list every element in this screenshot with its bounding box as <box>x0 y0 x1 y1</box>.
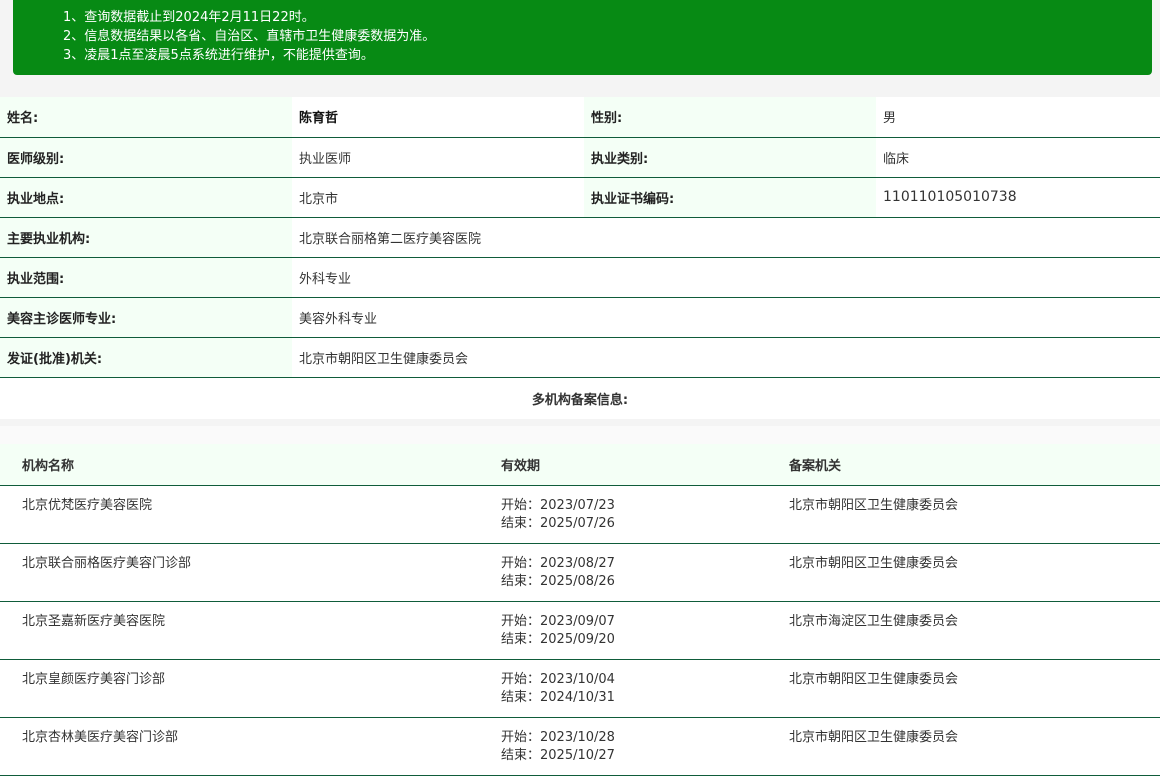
multi-record-table: 机构名称 有效期 备案机关 北京优梵医疗美容医院 开始：2023/07/23 结… <box>0 444 1160 776</box>
gender-label: 性别: <box>584 97 876 138</box>
header-authority: 备案机关 <box>787 444 1160 486</box>
info-row-issuer: 发证(批准)机关: 北京市朝阳区卫生健康委员会 <box>0 337 1160 378</box>
record-end: 结束：2025/07/26 <box>501 516 615 531</box>
record-institution: 北京杏林美医疗美容门诊部 <box>0 717 500 776</box>
record-institution: 北京优梵医疗美容医院 <box>0 485 500 544</box>
record-authority: 北京市海淀区卫生健康委员会 <box>787 601 1160 660</box>
record-end: 结束：2024/10/31 <box>501 690 615 705</box>
record-authority: 北京市朝阳区卫生健康委员会 <box>787 543 1160 602</box>
notice-line-2: 2、信息数据结果以各省、自治区、直辖市卫生健康委数据为准。 <box>63 29 436 44</box>
notice-line-3: 3、凌晨1点至凌晨5点系统进行维护，不能提供查询。 <box>63 48 374 63</box>
record-end: 结束：2025/10/27 <box>501 748 615 763</box>
table-row: 北京皇颜医疗美容门诊部 开始：2023/10/04 结束：2024/10/31 … <box>0 659 1160 718</box>
specialty-label: 美容主诊医师专业: <box>0 297 292 338</box>
institution-value: 北京联合丽格第二医疗美容医院 <box>292 217 1160 258</box>
location-label: 执业地点: <box>0 177 292 218</box>
specialty-value: 美容外科专业 <box>292 297 1160 338</box>
issuer-value: 北京市朝阳区卫生健康委员会 <box>292 337 1160 378</box>
record-institution: 北京圣嘉新医疗美容医院 <box>0 601 500 660</box>
category-value: 临床 <box>876 137 1160 178</box>
info-row-specialty: 美容主诊医师专业: 美容外科专业 <box>0 297 1160 338</box>
notice-line-1: 1、查询数据截止到2024年2月11日22时。 <box>63 10 315 25</box>
table-row: 北京联合丽格医疗美容门诊部 开始：2023/08/27 结束：2025/08/2… <box>0 543 1160 602</box>
record-start: 开始：2023/07/23 <box>501 498 615 513</box>
record-authority: 北京市朝阳区卫生健康委员会 <box>787 659 1160 718</box>
table-row: 北京杏林美医疗美容门诊部 开始：2023/10/28 结束：2025/10/27… <box>0 717 1160 776</box>
record-authority: 北京市朝阳区卫生健康委员会 <box>787 717 1160 776</box>
gender-value: 男 <box>876 97 1160 138</box>
record-validity: 开始：2023/07/23 结束：2025/07/26 <box>500 485 787 544</box>
info-row-scope: 执业范围: 外科专业 <box>0 257 1160 298</box>
record-validity: 开始：2023/08/27 结束：2025/08/26 <box>500 543 787 602</box>
record-header-row: 机构名称 有效期 备案机关 <box>0 444 1160 486</box>
name-label: 姓名: <box>0 97 292 138</box>
scope-value: 外科专业 <box>292 257 1160 298</box>
section-divider <box>0 426 1160 444</box>
header-institution: 机构名称 <box>0 444 500 486</box>
notice-banner: 1、查询数据截止到2024年2月11日22时。 2、信息数据结果以各省、自治区、… <box>13 0 1152 75</box>
record-end: 结束：2025/09/20 <box>501 632 615 647</box>
institution-label: 主要执业机构: <box>0 217 292 258</box>
record-validity: 开始：2023/09/07 结束：2025/09/20 <box>500 601 787 660</box>
table-row: 北京圣嘉新医疗美容医院 开始：2023/09/07 结束：2025/09/20 … <box>0 601 1160 660</box>
name-value: 陈育哲 <box>292 97 584 138</box>
location-value: 北京市 <box>292 177 584 218</box>
record-validity: 开始：2023/10/04 结束：2024/10/31 <box>500 659 787 718</box>
doctor-info-table: 姓名: 陈育哲 性别: 男 医师级别: 执业医师 执业类别: 临床 执业地点: … <box>0 97 1160 419</box>
record-start: 开始：2023/09/07 <box>501 614 615 629</box>
category-label: 执业类别: <box>584 137 876 178</box>
info-row-location: 执业地点: 北京市 执业证书编码: 110110105010738 <box>0 177 1160 218</box>
record-start: 开始：2023/10/28 <box>501 730 615 745</box>
level-label: 医师级别: <box>0 137 292 178</box>
info-row-level: 医师级别: 执业医师 执业类别: 临床 <box>0 137 1160 178</box>
record-end: 结束：2025/08/26 <box>501 574 615 589</box>
record-institution: 北京皇颜医疗美容门诊部 <box>0 659 500 718</box>
record-start: 开始：2023/08/27 <box>501 556 615 571</box>
record-validity: 开始：2023/10/28 结束：2025/10/27 <box>500 717 787 776</box>
level-value: 执业医师 <box>292 137 584 178</box>
info-row-multi-title: 多机构备案信息: <box>0 377 1160 419</box>
record-institution: 北京联合丽格医疗美容门诊部 <box>0 543 500 602</box>
cert-value: 110110105010738 <box>876 177 1160 218</box>
record-authority: 北京市朝阳区卫生健康委员会 <box>787 485 1160 544</box>
header-validity: 有效期 <box>500 444 787 486</box>
multi-record-title: 多机构备案信息: <box>0 377 1160 419</box>
record-start: 开始：2023/10/04 <box>501 672 615 687</box>
issuer-label: 发证(批准)机关: <box>0 337 292 378</box>
info-row-name: 姓名: 陈育哲 性别: 男 <box>0 97 1160 138</box>
table-row: 北京优梵医疗美容医院 开始：2023/07/23 结束：2025/07/26 北… <box>0 485 1160 544</box>
scope-label: 执业范围: <box>0 257 292 298</box>
info-row-institution: 主要执业机构: 北京联合丽格第二医疗美容医院 <box>0 217 1160 258</box>
cert-label: 执业证书编码: <box>584 177 876 218</box>
